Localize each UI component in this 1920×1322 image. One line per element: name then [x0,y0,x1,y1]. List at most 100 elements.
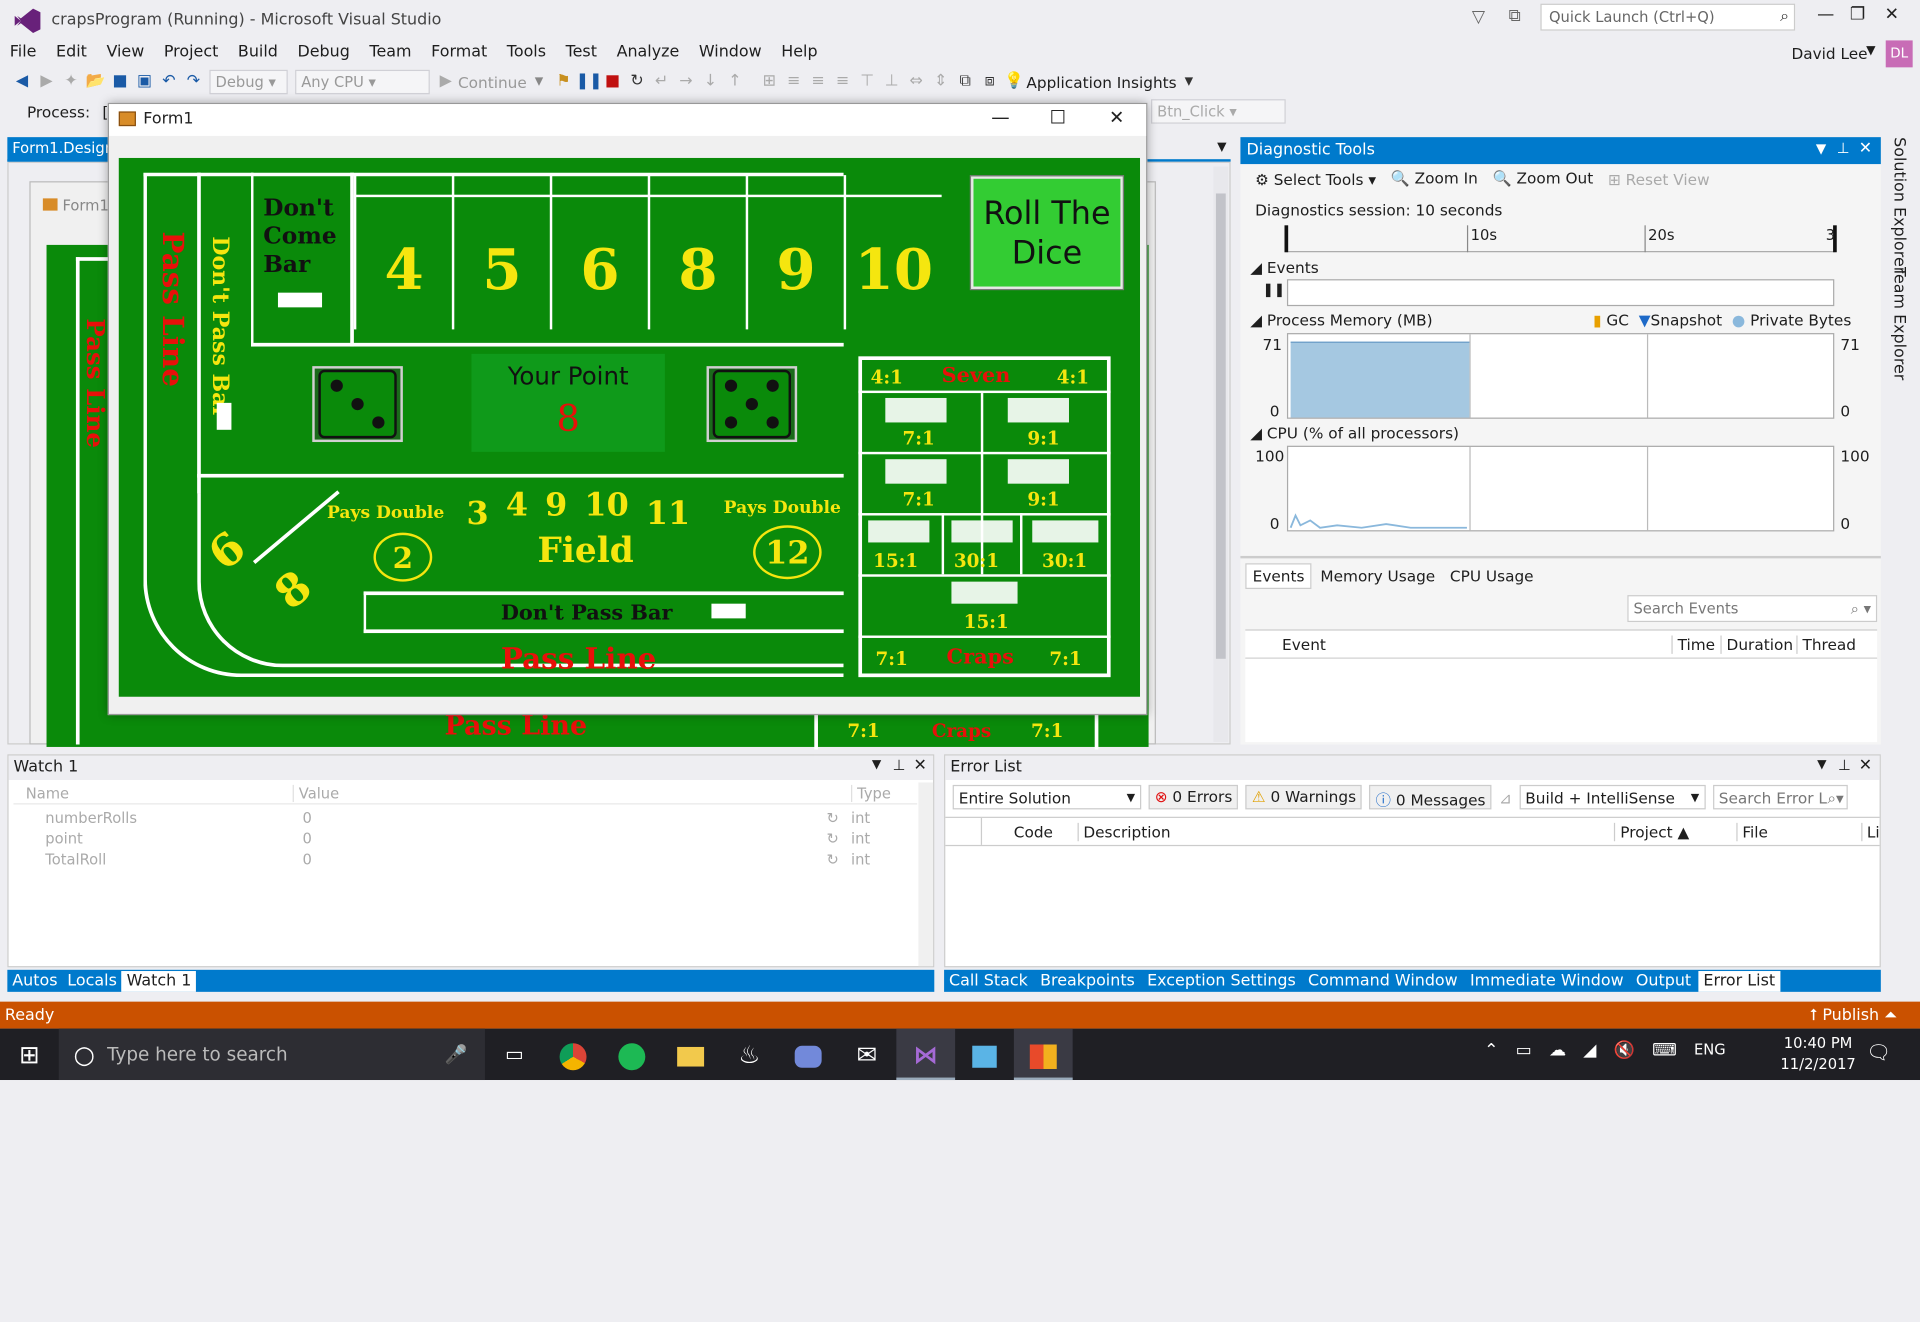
volume-icon[interactable]: 🔇 [1614,1041,1635,1061]
col-line[interactable]: Li [1860,822,1880,841]
notifications-icon[interactable]: 🗨 [1866,1041,1891,1064]
photos-icon[interactable] [955,1029,1014,1080]
pause-icon[interactable]: ❚❚ [576,70,603,94]
col-value[interactable]: Value [292,784,851,802]
col-name[interactable]: Name [13,784,292,801]
chrome-icon[interactable] [544,1029,603,1080]
filter-icon[interactable]: ▽ [1472,7,1485,27]
menu-edit[interactable]: Edit [46,42,96,64]
watch-row[interactable]: numberRolls 0 ↻ int [13,807,917,828]
close-icon[interactable]: ✕ [1859,757,1872,775]
dropdown-icon[interactable]: ▼ [1817,758,1826,771]
tab-error-list[interactable]: Error List [1698,970,1781,992]
menu-help[interactable]: Help [771,42,827,64]
col-event[interactable]: Event [1282,635,1671,653]
refresh-icon[interactable]: ↻ [827,850,851,867]
roll-dice-button[interactable]: Roll The Dice [969,175,1125,291]
discord-icon[interactable] [779,1029,838,1080]
col-thread[interactable]: Thread [1796,634,1872,654]
platform-dropdown[interactable]: Any CPU ▾ [295,69,430,95]
continue-button[interactable]: Continue [458,73,527,91]
visual-studio-taskbar-icon[interactable]: ⋈ [896,1028,956,1081]
col-description[interactable]: Description [1077,822,1614,841]
watch-row[interactable]: point 0 ↻ int [13,828,917,849]
tab-breakpoints[interactable]: Breakpoints [1035,970,1140,991]
search-events-input[interactable]: Search Events ⌕ ▾ [1627,595,1878,623]
watch-row[interactable]: TotalRoll 0 ↻ int [13,849,917,870]
tab-locals[interactable]: Locals [62,970,121,991]
align-right-icon[interactable]: ≡ [830,70,854,94]
chevron-down-icon[interactable]: ▼ [1866,44,1875,57]
refresh-icon[interactable]: ↻ [827,809,851,826]
show-next-statement-icon[interactable]: ↵ [649,70,673,94]
col-duration[interactable]: Duration [1720,634,1796,654]
step-into-icon[interactable]: ↓ [698,70,722,94]
config-dropdown[interactable]: Debug ▾ [209,69,288,95]
refresh-icon[interactable]: ↻ [827,830,851,847]
pause-icon[interactable]: ❚❚ [1262,282,1285,298]
form-close-button[interactable]: ✕ [1089,107,1145,134]
application-insights-button[interactable]: Application Insights [1026,73,1176,91]
team-explorer-tab[interactable]: Team Explorer [1889,267,1907,380]
show-hidden-icons-icon[interactable]: ⌃ [1484,1041,1498,1061]
search-error-list-input[interactable]: Search Error L ⌕▾ [1712,784,1848,810]
feedback-icon[interactable]: ⧉ [1509,6,1521,26]
tab-output[interactable]: Output [1631,970,1696,991]
publish-button[interactable]: ⭡ Publish ⏶ [1810,1006,1897,1024]
form-app-taskbar-icon[interactable] [1013,1028,1073,1081]
process-icon[interactable]: ⚑ [551,70,575,94]
align-center-icon[interactable]: ≡ [806,70,830,94]
open-file-icon[interactable]: 📂 [83,70,107,94]
menu-window[interactable]: Window [689,42,771,64]
network-icon[interactable]: ◢ [1583,1041,1596,1061]
tab-call-stack[interactable]: Call Stack [944,970,1033,991]
form-maximize-button[interactable]: ☐ [1030,107,1086,134]
build-intellisense-dropdown[interactable]: Build + IntelliSense ▼ [1519,784,1706,810]
tab-autos[interactable]: Autos [7,970,62,991]
microphone-icon[interactable]: 🎤 [445,1043,468,1065]
start-button[interactable]: ⊞ [0,1029,59,1080]
menu-debug[interactable]: Debug [288,42,360,64]
col-type[interactable]: Type [851,784,891,802]
undo-icon[interactable]: ↶ [157,70,181,94]
menu-analyze[interactable]: Analyze [607,42,689,64]
menu-project[interactable]: Project [154,42,228,64]
keyboard-icon[interactable]: ⌨ [1652,1041,1677,1061]
tab-immediate-window[interactable]: Immediate Window [1465,970,1628,991]
continue-icon[interactable]: ▶ [433,70,457,94]
pin-icon[interactable]: ⊥ [893,757,906,774]
zoom-out-button[interactable]: 🔍 Zoom Out [1493,169,1594,189]
col-code[interactable]: Code [982,822,1077,840]
pin-icon[interactable]: ⊥ [1838,757,1851,774]
watch-scrollbar[interactable] [918,782,934,967]
battery-icon[interactable]: ▭ [1516,1041,1532,1061]
dropdown-icon[interactable]: ▼ [1816,141,1826,157]
pin-icon[interactable]: ⊥ [1837,140,1850,157]
chevron-down-icon[interactable]: ▼ [1217,141,1226,154]
menu-tools[interactable]: Tools [497,42,556,64]
close-button[interactable]: ✕ [1873,5,1910,32]
restore-button[interactable]: ❐ [1839,5,1876,32]
tab-memory-usage[interactable]: Memory Usage [1314,564,1441,587]
align-icon[interactable]: ⊞ [757,70,781,94]
form-minimize-button[interactable]: — [972,107,1028,134]
file-explorer-icon[interactable] [661,1029,720,1080]
save-icon[interactable]: ■ [108,70,132,94]
spotify-icon[interactable] [602,1029,661,1080]
zoom-in-button[interactable]: 🔍 Zoom In [1391,169,1478,189]
tab-exception-settings[interactable]: Exception Settings [1142,970,1300,991]
solution-explorer-tab[interactable]: Solution Explorer [1889,137,1907,273]
send-back-icon[interactable]: ⧈ [977,70,1001,94]
task-view-icon[interactable]: ▭ [485,1029,544,1080]
bring-front-icon[interactable]: ⧉ [953,70,977,94]
menu-build[interactable]: Build [228,42,288,64]
chevron-down-icon[interactable]: ▼ [1177,70,1201,94]
quick-launch-input[interactable]: Quick Launch (Ctrl+Q) ⌕ [1540,3,1796,31]
menu-view[interactable]: View [97,42,154,64]
save-all-icon[interactable]: ▣ [132,70,156,94]
reset-view-button[interactable]: ⊞ Reset View [1608,170,1710,188]
mail-icon[interactable]: ✉ [838,1029,897,1080]
close-icon[interactable]: ✕ [1859,140,1872,158]
event-handler-dropdown[interactable]: Btn_Click ▾ [1151,99,1286,124]
back-icon[interactable]: ◀ [10,70,34,94]
